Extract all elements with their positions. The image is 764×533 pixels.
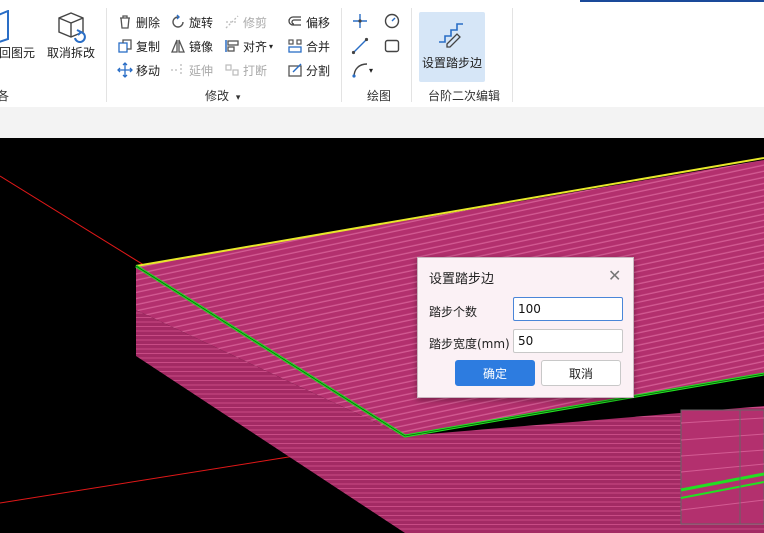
set-step-edge-button[interactable]: 设置踏步边 bbox=[419, 12, 485, 82]
step-group-label: 台阶二次编辑 bbox=[428, 89, 501, 103]
set-step-edge-dialog: 设置踏步边 ✕ 踏步个数 踏步宽度(mm) 确定 取消 bbox=[417, 257, 634, 398]
split-button[interactable]: 分割 bbox=[287, 60, 330, 80]
left-group-label: 各 bbox=[0, 89, 10, 103]
rectangle-icon[interactable] bbox=[383, 37, 401, 55]
cancel-split-label: 取消拆改 bbox=[46, 46, 95, 60]
break-icon bbox=[225, 64, 239, 76]
modify-group-text: 修改 bbox=[205, 89, 230, 103]
arc-icon bbox=[352, 63, 368, 78]
group-divider bbox=[341, 8, 342, 102]
copy-button[interactable]: 复制 bbox=[117, 36, 160, 56]
group-divider bbox=[106, 8, 107, 102]
move-icon bbox=[117, 62, 133, 78]
extend-label: 延伸 bbox=[189, 63, 214, 78]
align-icon bbox=[225, 40, 239, 52]
box-undo-icon bbox=[58, 12, 86, 43]
rotate-button[interactable]: 旋转 bbox=[170, 12, 213, 32]
merge-icon bbox=[288, 39, 302, 53]
offset-button[interactable]: 偏移 bbox=[287, 12, 330, 32]
3d-viewport[interactable] bbox=[0, 138, 764, 533]
rotate-label: 旋转 bbox=[189, 15, 214, 30]
tab-strip bbox=[0, 107, 764, 138]
chevron-down-icon: ▾ bbox=[269, 41, 274, 51]
group-divider bbox=[411, 8, 412, 102]
chevron-down-icon: ▾ bbox=[369, 65, 374, 75]
mirror-label: 镜像 bbox=[189, 39, 214, 54]
step-count-input[interactable] bbox=[513, 297, 623, 321]
point-icon[interactable] bbox=[351, 12, 369, 30]
offset-label: 偏移 bbox=[306, 15, 331, 30]
break-button[interactable]: 打断 bbox=[224, 60, 267, 80]
mirror-icon bbox=[171, 39, 185, 53]
step-width-input[interactable] bbox=[513, 329, 623, 353]
trim-label: 修剪 bbox=[243, 15, 268, 30]
ribbon-toolbar: 回图元 取消拆改 各 删除 旋转 修剪 偏移 复制 镜像 对齐 ▾ 合并 移动 … bbox=[0, 0, 764, 108]
align-dropdown[interactable]: 对齐 ▾ bbox=[224, 36, 273, 56]
chevron-down-icon: ▾ bbox=[235, 93, 241, 103]
stairs-pencil-icon bbox=[439, 23, 463, 48]
line-icon[interactable] bbox=[351, 37, 369, 55]
split-label: 分割 bbox=[306, 63, 331, 78]
align-label: 对齐 bbox=[243, 39, 268, 54]
return-element-button[interactable]: 回图元 bbox=[0, 10, 38, 61]
offset-icon bbox=[288, 16, 301, 26]
step-width-label: 踏步宽度(mm) bbox=[429, 337, 510, 351]
ok-button[interactable]: 确定 bbox=[455, 360, 535, 386]
rotate-icon bbox=[172, 14, 184, 28]
title-bar-edge bbox=[580, 0, 764, 2]
view-cube bbox=[680, 409, 764, 525]
dialog-title: 设置踏步边 bbox=[429, 272, 495, 287]
copy-icon bbox=[118, 39, 132, 53]
trash-icon bbox=[120, 15, 130, 29]
close-icon[interactable]: ✕ bbox=[608, 266, 621, 285]
extend-icon bbox=[171, 64, 182, 76]
arc-dropdown[interactable]: ▾ bbox=[351, 61, 373, 79]
merge-label: 合并 bbox=[306, 39, 331, 54]
delete-label: 删除 bbox=[136, 15, 161, 30]
mirror-button[interactable]: 镜像 bbox=[170, 36, 213, 56]
set-step-edge-label: 设置踏步边 bbox=[421, 56, 482, 70]
trim-icon bbox=[225, 15, 239, 29]
box-return-icon bbox=[0, 10, 9, 43]
cancel-split-button[interactable]: 取消拆改 bbox=[44, 10, 98, 61]
merge-button[interactable]: 合并 bbox=[287, 36, 330, 56]
copy-label: 复制 bbox=[136, 39, 161, 54]
return-element-label: 回图元 bbox=[0, 46, 35, 60]
cancel-button[interactable]: 取消 bbox=[541, 360, 621, 386]
modify-group-label[interactable]: 修改 ▾ bbox=[205, 87, 240, 104]
group-divider bbox=[512, 8, 513, 102]
circle-icon[interactable] bbox=[383, 12, 401, 30]
move-label: 移动 bbox=[136, 63, 161, 78]
extend-button[interactable]: 延伸 bbox=[170, 60, 213, 80]
break-label: 打断 bbox=[243, 63, 268, 78]
trim-button[interactable]: 修剪 bbox=[224, 12, 267, 32]
step-count-label: 踏步个数 bbox=[429, 305, 478, 319]
split-icon bbox=[288, 63, 302, 77]
slab-scene bbox=[0, 157, 764, 533]
draw-group-label: 绘图 bbox=[367, 89, 392, 103]
move-button[interactable]: 移动 bbox=[117, 60, 160, 80]
delete-button[interactable]: 删除 bbox=[117, 12, 160, 32]
